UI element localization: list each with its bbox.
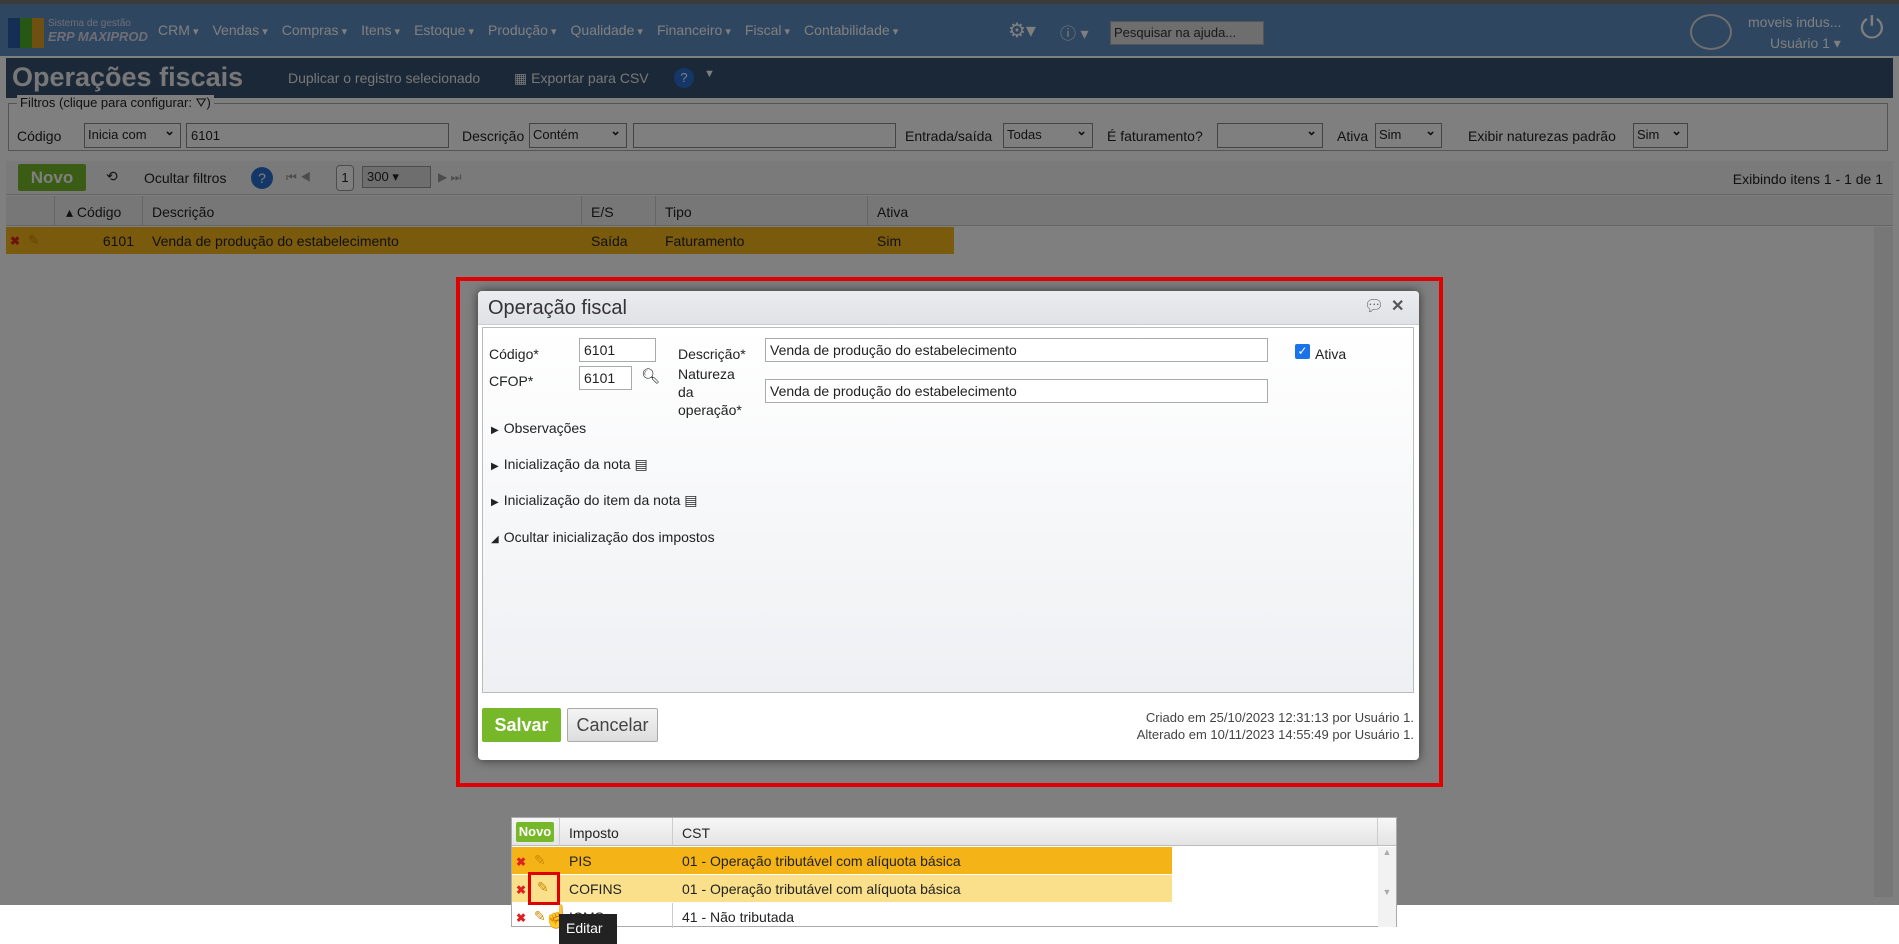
col-cst[interactable]: CST — [682, 825, 710, 841]
created-info: Criado em 25/10/2023 12:31:13 por Usuári… — [1145, 710, 1414, 725]
taxes-grid-header: Novo Imposto CST — [512, 818, 1396, 846]
natureza-label-2: da — [678, 384, 694, 400]
operacao-fiscal-dialog: Operação fiscal 💬︎ ✕ Código* 6101 Descri… — [478, 291, 1419, 944]
dialog-titlebar: Operação fiscal 💬︎ ✕ — [478, 291, 1419, 325]
section-label: Observações — [503, 420, 587, 436]
cell-cst: 41 - Não tributada — [682, 909, 795, 925]
cell-cst: 01 - Operação tributável com alíquota bá… — [682, 853, 961, 869]
novo-tax-button[interactable]: Novo — [516, 822, 554, 842]
caret-right-icon: ▶ — [491, 497, 499, 508]
natureza-input[interactable]: Venda de produção do estabelecimento — [765, 379, 1268, 403]
document-icon[interactable]: ▤ — [634, 456, 647, 472]
section-label: Inicialização da nota — [503, 456, 631, 472]
section-label: Ocultar inicialização dos impostos — [503, 529, 715, 545]
cell-imposto: COFINS — [569, 881, 622, 897]
dialog-body: Código* 6101 Descrição* Venda de produçã… — [482, 327, 1414, 693]
col-imposto[interactable]: Imposto — [569, 825, 619, 841]
comment-icon[interactable]: 💬︎ — [1364, 296, 1384, 316]
codigo-label: Código* — [489, 346, 539, 362]
caret-down-icon: ◢ — [491, 534, 499, 545]
section-impostos[interactable]: ◢ Ocultar inicialização dos impostos — [491, 529, 715, 545]
natureza-label: Natureza da operação* — [678, 365, 742, 419]
tax-row[interactable]: ✖ ✎ ICMS 41 - Não tributada — [512, 903, 1378, 930]
section-inicializacao-nota[interactable]: ▶ Inicialização da nota ▤ — [491, 456, 648, 473]
cell-cst: 01 - Operação tributável com alíquota bá… — [682, 881, 961, 897]
edit-icon[interactable]: ✎ — [534, 852, 546, 869]
cancel-button[interactable]: Cancelar — [567, 708, 658, 742]
audit-info: Criado em 25/10/2023 12:31:13 por Usuári… — [1137, 709, 1414, 743]
document-icon[interactable]: ▤ — [684, 492, 697, 508]
caret-right-icon: ▶ — [491, 425, 499, 436]
section-inicializacao-item[interactable]: ▶ Inicialização do item da nota ▤ — [491, 492, 698, 509]
edit-icon[interactable]: ✎ — [528, 872, 560, 905]
search-icon[interactable]: 🔍︎ — [641, 367, 660, 385]
edit-tooltip: Editar — [559, 914, 617, 944]
descricao-input[interactable]: Venda de produção do estabelecimento — [765, 338, 1268, 362]
tax-row[interactable]: ✖ ✎ COFINS 01 - Operação tributável com … — [512, 872, 1378, 905]
section-observacoes[interactable]: ▶ Observações — [491, 420, 586, 436]
save-button[interactable]: Salvar — [482, 708, 561, 742]
natureza-label-3: operação* — [678, 402, 742, 418]
ativa-label: Ativa — [1315, 346, 1347, 362]
dialog-title: Operação fiscal — [488, 297, 627, 319]
ativa-checkbox[interactable]: ✓ — [1295, 344, 1310, 359]
cfop-input[interactable]: 6101 — [579, 366, 632, 390]
taxes-grid: Novo Imposto CST ✖ ✎ PIS 01 - Operação t… — [511, 817, 1397, 944]
modified-info: Alterado em 10/11/2023 14:55:49 por Usuá… — [1136, 727, 1414, 742]
caret-right-icon: ▶ — [491, 461, 499, 472]
delete-icon[interactable]: ✖ — [516, 911, 526, 925]
section-label: Inicialização do item da nota — [503, 492, 681, 508]
close-icon[interactable]: ✕ — [1391, 296, 1404, 316]
taxes-scrollbar[interactable]: ▲ ▼ — [1378, 847, 1396, 927]
cfop-label: CFOP* — [489, 373, 534, 389]
delete-icon[interactable]: ✖ — [516, 855, 526, 869]
cell-imposto: PIS — [569, 853, 592, 869]
tax-row[interactable]: ✖ ✎ PIS 01 - Operação tributável com alí… — [512, 847, 1378, 874]
delete-icon[interactable]: ✖ — [516, 883, 526, 897]
codigo-input[interactable]: 6101 — [579, 338, 656, 362]
descricao-label: Descrição* — [678, 346, 746, 362]
natureza-label-1: Natureza — [678, 366, 735, 382]
